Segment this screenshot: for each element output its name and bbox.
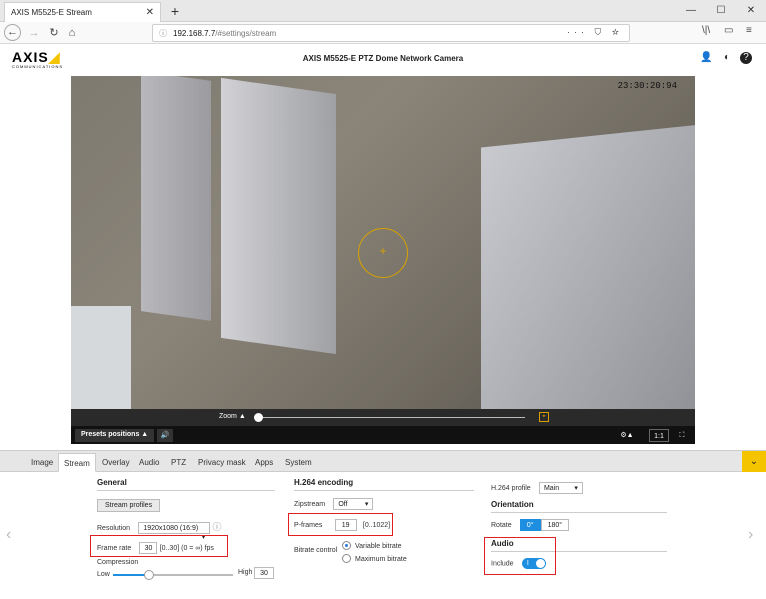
zoom-bar: Zoom ▲ ⌖	[71, 409, 695, 426]
browser-tab[interactable]: AXIS M5525-E Stream ✕	[4, 2, 161, 22]
reload-icon[interactable]: ↻	[46, 25, 62, 41]
next-arrow-icon[interactable]: ›	[748, 526, 753, 544]
video-controls: Presets positions ▲ 🔊 ⚙▲ 1:1 ⛶	[71, 426, 695, 444]
wall-plate-left	[141, 76, 211, 321]
orientation-heading: Orientation	[491, 500, 667, 513]
bitrate-option-maximum[interactable]: Maximum bitrate	[342, 554, 407, 564]
new-tab-button[interactable]: +	[167, 2, 183, 20]
pframes-highlight	[288, 513, 393, 536]
zoom-slider-knob[interactable]	[254, 413, 263, 422]
wall-plate-middle	[221, 77, 336, 355]
presets-button[interactable]: Presets positions ▲	[75, 429, 155, 442]
crosshair-icon: +	[379, 244, 387, 258]
library-icon[interactable]: \|\	[702, 25, 710, 36]
tab-title: AXIS M5525-E Stream	[11, 8, 92, 17]
ptz-reticle[interactable]: +	[358, 228, 408, 278]
zoom-label[interactable]: Zoom ▲	[219, 413, 246, 420]
sidebar-icon[interactable]: ▭	[724, 25, 733, 36]
volume-icon[interactable]: 🔊	[157, 429, 173, 442]
tab-stream[interactable]: Stream	[58, 453, 96, 472]
close-tab-icon[interactable]: ✕	[146, 7, 154, 18]
page-title: AXIS M5525-E PTZ Dome Network Camera	[302, 54, 464, 63]
contrast-icon[interactable]: ◐	[721, 52, 733, 64]
live-video[interactable]: 23:30:20:94 +	[71, 76, 695, 409]
fullscreen-icon[interactable]: ⛶	[675, 429, 689, 442]
radio-maximum[interactable]	[342, 554, 351, 564]
h264-heading: H.264 encoding	[294, 478, 474, 491]
app-header: AXIS◢ COMMUNICATIONS AXIS M5525-E PTZ Do…	[0, 45, 766, 71]
compression-low-label: Low	[97, 571, 110, 578]
h264-profile-select[interactable]: Main	[538, 482, 583, 494]
address-bar[interactable]: ⓘ 192.168.7.7/#settings/stream ··· ⛉ ☆	[152, 24, 630, 42]
radio-variable[interactable]	[342, 541, 351, 551]
general-heading: General	[97, 478, 275, 491]
prev-arrow-icon[interactable]: ‹	[6, 526, 11, 544]
resolution-label: Resolution	[97, 525, 131, 532]
tab-system[interactable]: System	[280, 453, 317, 472]
compression-slider[interactable]	[113, 570, 233, 580]
menu-icon[interactable]: ≡	[746, 25, 752, 36]
h264-profile-label: H.264 profile	[491, 485, 531, 492]
compression-knob[interactable]	[144, 570, 154, 580]
compression-high-label: High	[238, 569, 253, 576]
collapse-chevron-icon[interactable]: ⌄	[742, 451, 766, 472]
wall-panel	[71, 306, 131, 409]
help-icon[interactable]: ?	[740, 52, 752, 64]
bitrate-label: Bitrate control	[294, 547, 338, 554]
rotate-180-button[interactable]: 180°	[540, 519, 570, 531]
compression-input[interactable]: 30	[254, 567, 274, 579]
variable-bitrate-label: Variable bitrate	[355, 543, 402, 550]
tab-ptz[interactable]: PTZ	[166, 453, 191, 472]
camera-housing	[481, 124, 695, 409]
tab-image[interactable]: Image	[26, 453, 58, 472]
home-icon[interactable]: ⌂	[64, 25, 80, 41]
settings-tabs: Image Stream Overlay Audio PTZ Privacy m…	[0, 451, 766, 472]
stream-profiles-button[interactable]: Stream profiles	[97, 499, 161, 512]
tab-apps[interactable]: Apps	[250, 453, 278, 472]
browser-tab-bar: AXIS M5525-E Stream ✕ + — ☐ ✕	[0, 0, 766, 22]
maximize-button[interactable]: ☐	[706, 0, 736, 22]
info-icon[interactable]: ⓘ	[213, 522, 222, 532]
url-path: /#settings/stream	[215, 28, 277, 38]
ratio-button[interactable]: 1:1	[649, 429, 669, 442]
close-window-button[interactable]: ✕	[736, 0, 766, 22]
browser-nav-bar: ← → ↻ ⌂ ⓘ 192.168.7.7/#settings/stream ·…	[0, 22, 766, 44]
ptz-settings-icon[interactable]: ⚙▲	[617, 429, 637, 442]
zipstream-select[interactable]: Off	[333, 498, 374, 510]
resolution-select[interactable]: 1920x1080 (16:9)	[138, 522, 211, 534]
audio-highlight	[484, 537, 556, 575]
url-host: 192.168.7.7	[173, 28, 216, 38]
tab-privacy-mask[interactable]: Privacy mask	[193, 453, 251, 472]
info-icon[interactable]: ⓘ	[159, 28, 167, 39]
rotate-label: Rotate	[491, 522, 512, 529]
tab-audio[interactable]: Audio	[134, 453, 164, 472]
video-timestamp: 23:30:20:94	[617, 81, 677, 91]
settings-panel: Image Stream Overlay Audio PTZ Privacy m…	[0, 450, 766, 599]
frame-rate-highlight	[90, 535, 228, 557]
tab-overlay[interactable]: Overlay	[97, 453, 135, 472]
focus-icon[interactable]: ⌖	[539, 412, 549, 422]
page-actions-icons[interactable]: ··· ⛉ ☆	[567, 27, 623, 38]
bitrate-option-variable[interactable]: Variable bitrate	[342, 541, 402, 551]
user-icon[interactable]: 👤	[700, 52, 712, 64]
maximum-bitrate-label: Maximum bitrate	[355, 556, 407, 563]
compression-label: Compression	[97, 559, 139, 566]
zipstream-label: Zipstream	[294, 501, 326, 508]
rotate-0-button[interactable]: 0°	[519, 519, 541, 531]
logo-tagline: COMMUNICATIONS	[12, 64, 64, 69]
back-arrow-icon[interactable]: ←	[4, 24, 21, 41]
forward-arrow-icon[interactable]: →	[26, 25, 42, 41]
minimize-button[interactable]: —	[676, 0, 706, 22]
zoom-slider[interactable]	[257, 417, 525, 418]
general-section: General Stream profiles Resolution 1920x…	[97, 478, 275, 583]
